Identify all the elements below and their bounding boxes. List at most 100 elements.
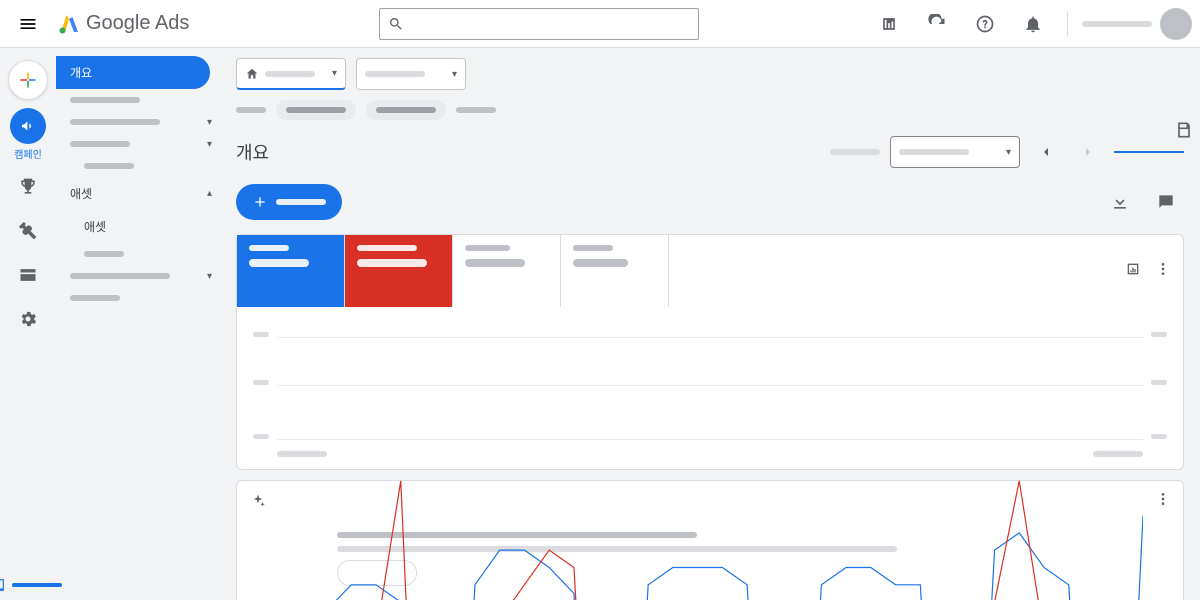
- account-selector[interactable]: ▾: [236, 58, 346, 90]
- sidebar-sub-campaigns[interactable]: [56, 155, 220, 177]
- sidebar-sub-assets[interactable]: 애셋: [56, 210, 220, 243]
- rail-billing[interactable]: [10, 257, 46, 293]
- create-button[interactable]: [8, 60, 48, 100]
- help-button[interactable]: [965, 4, 1005, 44]
- card-menu-button[interactable]: [1155, 261, 1171, 282]
- reports-button[interactable]: [869, 4, 909, 44]
- sidebar-item-assets[interactable]: 애셋 ▴: [56, 177, 220, 210]
- filter-chip[interactable]: [276, 100, 356, 120]
- chart-type-button[interactable]: [1125, 261, 1141, 282]
- sparkle-icon: [249, 493, 267, 511]
- refresh-icon: [927, 14, 947, 34]
- compare-toggle[interactable]: [1114, 151, 1184, 153]
- sidebar-label: 애셋: [84, 218, 106, 235]
- bell-icon: [1023, 14, 1043, 34]
- chevron-up-icon: ▴: [207, 188, 212, 199]
- hamburger-menu-button[interactable]: [8, 4, 48, 44]
- trophy-icon: [18, 177, 38, 197]
- chevron-down-icon: ▾: [207, 139, 212, 150]
- home-icon: [245, 67, 259, 81]
- y-tick: [253, 380, 269, 385]
- download-button[interactable]: [1102, 184, 1138, 220]
- redacted-label: [70, 273, 170, 279]
- filter-bar: ▾ ▾: [230, 48, 1190, 96]
- metric-tab-1[interactable]: [237, 235, 345, 307]
- chip-label: [456, 107, 496, 113]
- redacted-label: [70, 295, 120, 301]
- sidebar-item-campaigns[interactable]: ▾: [56, 133, 220, 155]
- rail-footer[interactable]: [0, 578, 62, 592]
- search-input[interactable]: [412, 16, 690, 31]
- y-tick: [253, 332, 269, 337]
- redacted-label: [70, 119, 160, 125]
- rail-settings[interactable]: [10, 301, 46, 337]
- product-logo[interactable]: Google Ads: [56, 12, 189, 36]
- redacted-label: [84, 251, 124, 257]
- filter-chip[interactable]: [366, 100, 446, 120]
- chevron-right-icon: [1080, 144, 1096, 160]
- sidebar-item-more[interactable]: [56, 287, 220, 309]
- y-tick: [1151, 332, 1167, 337]
- help-icon: [975, 14, 995, 34]
- phone-icon: [0, 578, 8, 592]
- refresh-button[interactable]: [917, 4, 957, 44]
- main-content: ▾ ▾ 개요 ▾: [220, 48, 1200, 600]
- metric-tab-3[interactable]: [453, 235, 561, 307]
- chevron-left-icon: [1038, 144, 1054, 160]
- save-icon: [1174, 120, 1194, 140]
- product-name: Google Ads: [86, 12, 189, 35]
- feedback-button[interactable]: [1148, 184, 1184, 220]
- performance-chart: [277, 325, 1143, 445]
- chart-icon: [1125, 261, 1141, 277]
- performance-card: [236, 234, 1184, 470]
- sidebar-nav: 개요 ▾ ▾ 애셋 ▴ 애셋 ▾: [56, 48, 220, 600]
- action-row: [230, 174, 1190, 230]
- sidebar-label: 애셋: [70, 185, 92, 202]
- feedback-icon: [1156, 192, 1176, 212]
- tools-icon: [18, 221, 38, 241]
- plus-multicolor-icon: [18, 70, 38, 90]
- metric-tab-2[interactable]: [345, 235, 453, 307]
- caret-down-icon: ▾: [332, 68, 337, 79]
- divider: [1067, 12, 1068, 36]
- search-icon: [388, 16, 404, 32]
- y-tick: [1151, 380, 1167, 385]
- rail-campaigns[interactable]: 캠페인: [10, 108, 46, 161]
- card-icon: [18, 265, 38, 285]
- save-report-button[interactable]: [1168, 114, 1200, 146]
- chart-container: [237, 307, 1183, 469]
- rail-tools[interactable]: [10, 213, 46, 249]
- chevron-down-icon: ▾: [207, 117, 212, 128]
- y-tick: [253, 434, 269, 439]
- notifications-button[interactable]: [1013, 4, 1053, 44]
- card-toolbar: [1113, 235, 1183, 307]
- redacted-label: [70, 141, 130, 147]
- account-name-redacted: [1082, 21, 1152, 27]
- header-actions: [869, 4, 1192, 44]
- gear-icon: [18, 309, 38, 329]
- search-wrap: [217, 8, 861, 40]
- megaphone-icon: [20, 118, 36, 134]
- app-header: Google Ads: [0, 0, 1200, 48]
- card-menu-button[interactable]: [1155, 491, 1171, 512]
- title-row: 개요 ▾: [230, 130, 1190, 174]
- chip-label: [236, 107, 266, 113]
- prev-period-button[interactable]: [1030, 136, 1062, 168]
- date-label: [830, 149, 880, 155]
- date-range-picker[interactable]: ▾: [890, 136, 1020, 168]
- sidebar-item-recommendations[interactable]: [56, 89, 220, 111]
- rail-goals[interactable]: [10, 169, 46, 205]
- new-campaign-button[interactable]: [236, 184, 342, 220]
- sidebar-item-overview[interactable]: 개요: [56, 56, 210, 89]
- page-title: 개요: [236, 139, 269, 165]
- redacted-label: [70, 97, 140, 103]
- y-tick: [1151, 434, 1167, 439]
- sidebar-item-audiences[interactable]: ▾: [56, 265, 220, 287]
- sidebar-sub-item2[interactable]: [56, 243, 220, 265]
- metric-tab-4[interactable]: [561, 235, 669, 307]
- ads-logo-icon: [56, 12, 80, 36]
- search-box[interactable]: [379, 8, 699, 40]
- campaign-selector[interactable]: ▾: [356, 58, 466, 90]
- user-avatar[interactable]: [1160, 8, 1192, 40]
- sidebar-item-insights[interactable]: ▾: [56, 111, 220, 133]
